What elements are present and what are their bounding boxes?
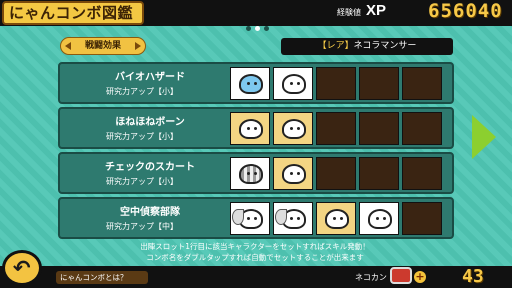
hint-line-2: コンボ名をダブルタップすれば自動でセットすることが出来ます xyxy=(146,253,364,262)
unit-slots xyxy=(230,112,442,145)
combo-row[interactable]: バイオハザード研究力アップ【小】 xyxy=(58,62,454,104)
empty-slot[interactable] xyxy=(402,157,442,190)
eye xyxy=(254,172,257,175)
eye xyxy=(297,82,300,85)
next-page-arrow-icon[interactable] xyxy=(472,115,496,159)
xp-value: 656040 xyxy=(428,0,503,22)
unit-slot[interactable] xyxy=(273,112,313,145)
empty-slot[interactable] xyxy=(316,112,356,145)
eye xyxy=(247,82,250,85)
empty-slot[interactable] xyxy=(316,67,356,100)
arrow-right-icon[interactable] xyxy=(135,42,141,50)
combo-effect: 研究力アップ【小】 xyxy=(106,87,178,96)
unit-slot[interactable] xyxy=(316,202,356,235)
rarity-tag: 【レア】 xyxy=(317,41,354,51)
eye xyxy=(247,172,250,175)
unit-slots xyxy=(230,202,442,235)
unit-slot[interactable] xyxy=(230,112,270,145)
unit-slots xyxy=(230,67,442,100)
eye xyxy=(297,172,300,175)
gold-cat-icon xyxy=(325,209,349,229)
page-title: にゃんコンボ図鑑 xyxy=(2,1,144,25)
eye xyxy=(290,217,293,220)
skeleton-icon xyxy=(282,74,306,94)
empty-slot[interactable] xyxy=(359,67,399,100)
unit-slot[interactable] xyxy=(230,202,270,235)
combo-effect: 研究力アップ【小】 xyxy=(106,132,178,141)
unit-slot[interactable] xyxy=(230,157,270,190)
unit-name: ネコラマンサー xyxy=(353,41,417,51)
eye xyxy=(247,127,250,130)
eye xyxy=(297,217,300,220)
empty-slot[interactable] xyxy=(316,157,356,190)
unit-slot[interactable] xyxy=(230,67,270,100)
catcan-count: 43 xyxy=(462,266,484,287)
back-button[interactable]: ↶ xyxy=(2,250,42,286)
eye xyxy=(297,127,300,130)
combo-help-button[interactable]: にゃんコンボとは？ xyxy=(56,271,148,284)
unit-slot[interactable] xyxy=(359,202,399,235)
unit-filter[interactable]: 【レア】ネコラマンサー xyxy=(281,38,453,55)
winged-cat-icon xyxy=(275,209,306,229)
empty-slot[interactable] xyxy=(402,202,442,235)
unit-slot[interactable] xyxy=(273,157,313,190)
combo-name: バイオハザード xyxy=(115,72,185,83)
combo-effect: 研究力アップ【中】 xyxy=(106,222,178,231)
skirt-cat-icon xyxy=(239,164,263,184)
empty-slot[interactable] xyxy=(402,112,442,145)
add-catcan-button[interactable]: + xyxy=(414,271,426,283)
catcan-label: ネコカン xyxy=(355,273,387,282)
eye xyxy=(247,217,250,220)
page-indicator xyxy=(240,26,274,34)
eye xyxy=(290,127,293,130)
unit-slot[interactable] xyxy=(273,202,313,235)
xp-label: XP xyxy=(366,2,387,19)
gold-cat-icon xyxy=(239,119,263,139)
combo-effect-selector[interactable]: 戦闘効果 xyxy=(60,37,146,55)
arrow-left-icon[interactable] xyxy=(65,42,71,50)
hint-text: 出陣スロット1行目に該当キャラクターをセットすればスキル発動！ コンボ名をダブル… xyxy=(90,241,420,263)
combo-row[interactable]: 空中偵察部隊研究力アップ【中】 xyxy=(58,197,454,239)
catcan-icon xyxy=(390,267,412,284)
xp-caption: 経験値 xyxy=(337,8,361,17)
page-dot xyxy=(245,26,251,31)
combo-effect-label: 戦闘効果 xyxy=(84,41,121,51)
winged-cat-icon xyxy=(232,209,263,229)
eye xyxy=(254,217,257,220)
eye xyxy=(376,217,379,220)
combo-row[interactable]: ほねほねボーン研究力アップ【小】 xyxy=(58,107,454,149)
page-dot xyxy=(263,26,269,31)
gold-cat-icon xyxy=(282,164,306,184)
eye xyxy=(254,127,257,130)
empty-slot[interactable] xyxy=(359,157,399,190)
combo-effect: 研究力アップ【小】 xyxy=(106,177,178,186)
blue-cat-icon xyxy=(239,74,263,94)
white-cat-icon xyxy=(368,209,392,229)
eye xyxy=(340,217,343,220)
combo-name: 空中偵察部隊 xyxy=(120,207,180,218)
unit-slots xyxy=(230,157,442,190)
eye xyxy=(254,82,257,85)
combo-name: ほねほねボーン xyxy=(115,117,185,128)
back-arrow-icon: ↶ xyxy=(13,256,31,280)
eye xyxy=(290,172,293,175)
empty-slot[interactable] xyxy=(402,67,442,100)
combo-row[interactable]: チェックのスカート 研究力アップ【小】 xyxy=(58,152,454,194)
eye xyxy=(383,217,386,220)
gold-cat-icon xyxy=(282,119,306,139)
unit-slot[interactable] xyxy=(273,67,313,100)
eye xyxy=(290,82,293,85)
combo-name: チェックのスカート xyxy=(105,162,195,173)
page-dot-current xyxy=(254,26,260,31)
hint-line-1: 出陣スロット1行目に該当キャラクターをセットすればスキル発動！ xyxy=(140,242,370,251)
empty-slot[interactable] xyxy=(359,112,399,145)
eye xyxy=(333,217,336,220)
